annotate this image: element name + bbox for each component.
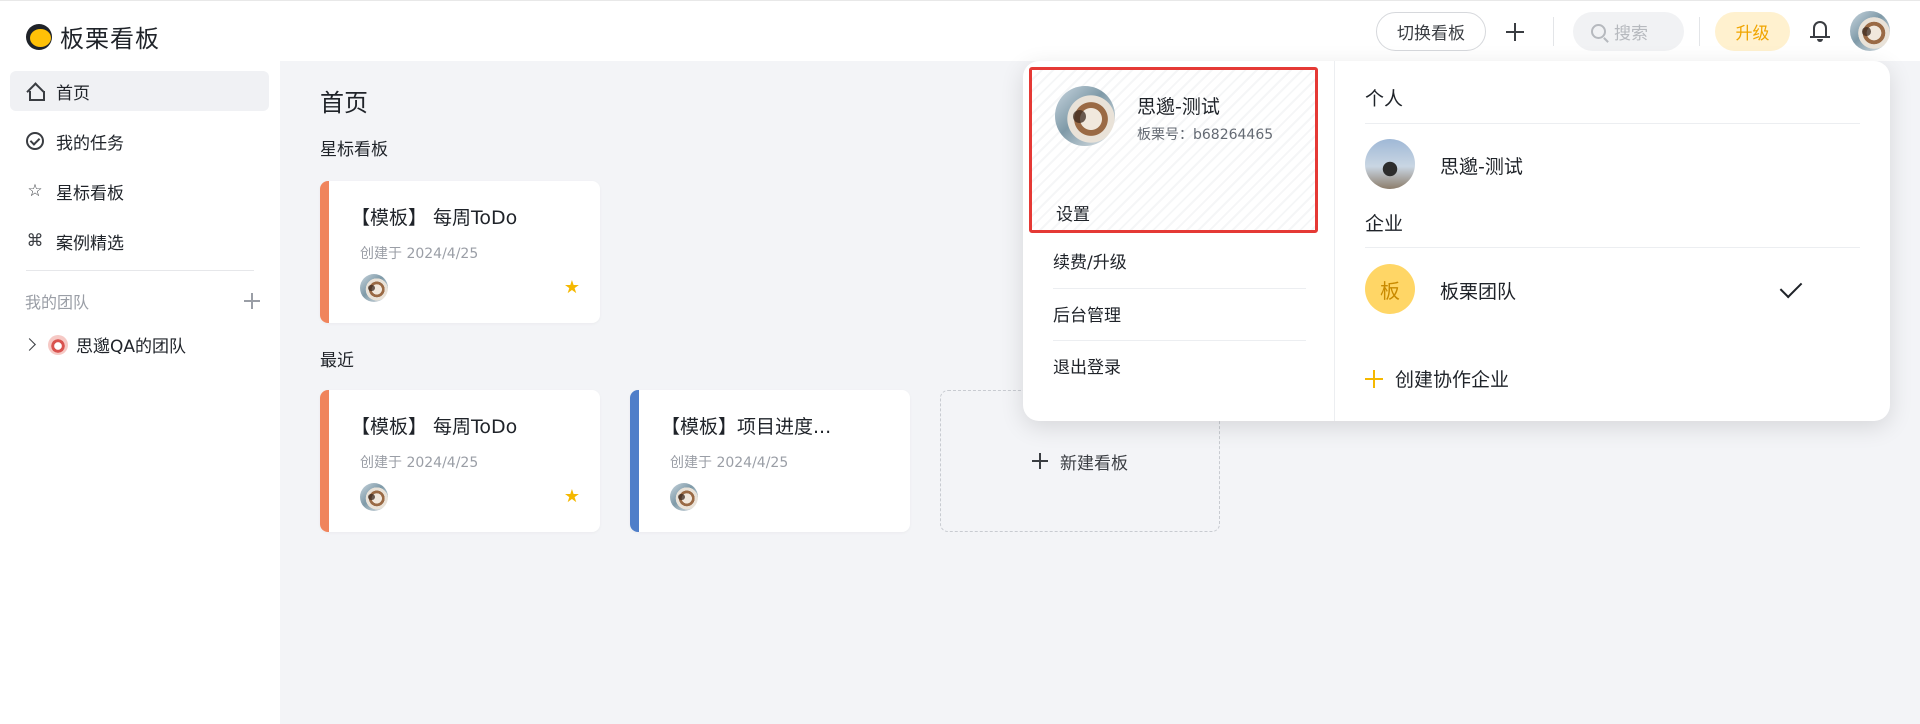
avatar — [1365, 139, 1415, 189]
chevron-right-icon[interactable] — [23, 338, 36, 351]
app-logo[interactable]: 板栗看板 — [26, 19, 160, 54]
menu-settings[interactable]: 设置 — [1056, 200, 1090, 225]
card-title: 【模板】 每周ToDo — [351, 416, 518, 438]
card-date: 创建于 2024/4/25 — [670, 455, 789, 471]
upgrade-button[interactable]: 升级 — [1715, 12, 1790, 51]
add-icon[interactable] — [1500, 17, 1530, 47]
menu-renew-upgrade[interactable]: 续费/升级 — [1053, 236, 1306, 288]
avatar — [670, 483, 698, 511]
team-section-header: 我的团队 — [25, 289, 260, 313]
org-heading: 企业 — [1365, 213, 1404, 235]
section-starred-label: 星标看板 — [320, 140, 388, 160]
new-board-label: 新建看板 — [1060, 453, 1128, 474]
user-avatar[interactable] — [1850, 11, 1890, 51]
personal-heading: 个人 — [1365, 88, 1404, 110]
divider — [1365, 123, 1860, 124]
divider — [1553, 17, 1554, 46]
star-icon[interactable]: ★ — [564, 279, 580, 297]
top-bar: 板栗看板 切换看板 搜索 升级 — [0, 0, 1920, 61]
search-input[interactable]: 搜索 — [1573, 12, 1684, 51]
profile-avatar — [1055, 86, 1115, 146]
sidebar-item-label: 案例精选 — [56, 233, 124, 254]
create-org-button[interactable]: 创建协作企业 — [1365, 365, 1509, 392]
section-recent-label: 最近 — [320, 351, 354, 371]
divider — [1365, 247, 1860, 248]
profile-card[interactable]: 思邈-测试 板栗号：b68264465 设置 — [1029, 67, 1318, 233]
plus-icon — [1365, 369, 1383, 388]
star-icon[interactable]: ★ — [564, 488, 580, 506]
menu-logout[interactable]: 退出登录 — [1053, 340, 1306, 392]
add-team-icon[interactable] — [244, 293, 260, 309]
home-icon — [26, 82, 45, 101]
card-title: 【模板】 每周ToDo — [351, 207, 518, 229]
card-color-bar — [320, 181, 329, 323]
create-org-label: 创建协作企业 — [1395, 369, 1510, 391]
avatar — [360, 483, 388, 511]
account-switcher: 个人 思邈-测试 企业 板 板栗团队 创建协作企业 — [1365, 61, 1860, 421]
star-icon: ☆ — [27, 181, 43, 201]
board-card[interactable]: 【模板】 每周ToDo 创建于 2024/4/25 ★ — [320, 181, 600, 323]
page-title: 首页 — [320, 89, 368, 117]
card-color-bar — [320, 390, 329, 532]
plus-icon — [1032, 453, 1048, 469]
card-date: 创建于 2024/4/25 — [360, 246, 479, 262]
search-icon — [1591, 24, 1606, 39]
bell-icon[interactable] — [1809, 19, 1831, 43]
sidebar-item-starred[interactable]: ☆ 星标看板 — [10, 171, 269, 211]
check-icon — [1779, 275, 1803, 299]
profile-name: 思邈-测试 — [1137, 96, 1220, 118]
avatar — [360, 274, 388, 302]
account-dropdown: 思邈-测试 板栗号：b68264465 设置 续费/升级 后台管理 退出登录 个… — [1023, 61, 1890, 421]
sidebar-item-team[interactable]: 思邈QA的团队 — [23, 332, 187, 357]
check-circle-icon — [26, 132, 44, 150]
sidebar-item-home[interactable]: 首页 — [10, 71, 269, 111]
logo-text: 板栗看板 — [60, 25, 160, 53]
account-menu: 思邈-测试 板栗号：b68264465 设置 续费/升级 后台管理 退出登录 — [1023, 61, 1335, 421]
team-avatar — [48, 334, 68, 355]
card-date: 创建于 2024/4/25 — [360, 455, 479, 471]
menu-admin[interactable]: 后台管理 — [1053, 288, 1306, 340]
divider — [1699, 17, 1700, 46]
board-card[interactable]: 【模板】 每周ToDo 创建于 2024/4/25 ★ — [320, 390, 600, 532]
profile-id: 板栗号：b68264465 — [1137, 127, 1274, 143]
logo-icon — [26, 23, 52, 50]
sidebar-item-label: 我的任务 — [56, 133, 124, 154]
search-placeholder: 搜索 — [1614, 24, 1648, 44]
org-account[interactable]: 板栗团队 — [1440, 277, 1516, 304]
board-card[interactable]: 【模板】项目进度... 创建于 2024/4/25 — [630, 390, 910, 532]
team-label: 思邈QA的团队 — [76, 337, 187, 357]
card-title: 【模板】项目进度... — [661, 416, 832, 438]
sidebar-item-label: 首页 — [56, 83, 90, 104]
sidebar-item-my-tasks[interactable]: 我的任务 — [10, 121, 269, 161]
sidebar-item-label: 星标看板 — [56, 183, 124, 204]
sidebar-item-cases[interactable]: ⌘ 案例精选 — [10, 221, 269, 261]
personal-account[interactable]: 思邈-测试 — [1440, 152, 1523, 179]
sidebar: 首页 我的任务 ☆ 星标看板 ⌘ 案例精选 我的团队 思邈QA的团队 — [0, 61, 280, 724]
switch-board-button[interactable]: 切换看板 — [1376, 12, 1486, 51]
card-color-bar — [630, 390, 639, 532]
divider — [26, 270, 254, 271]
command-icon: ⌘ — [26, 231, 44, 251]
team-heading: 我的团队 — [25, 293, 90, 312]
org-avatar: 板 — [1365, 264, 1415, 314]
